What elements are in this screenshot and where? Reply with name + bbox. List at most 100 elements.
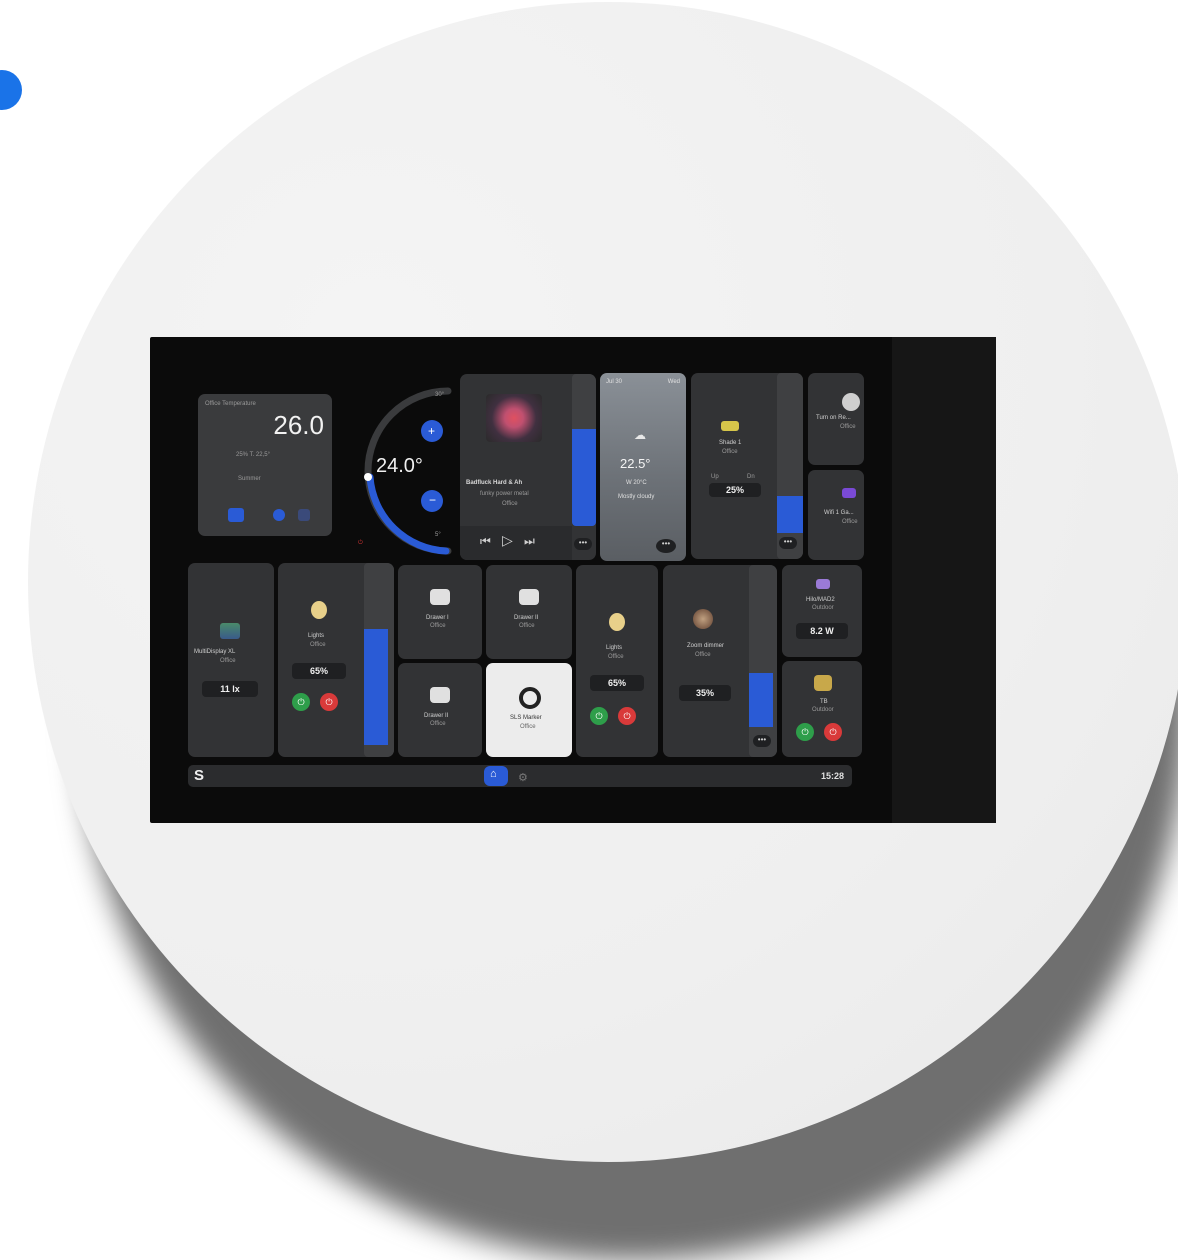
display-icon: [220, 623, 240, 639]
lamp-icon: [609, 613, 625, 631]
shade-more-button[interactable]: •••: [779, 537, 797, 549]
sls-room: Office: [520, 724, 536, 730]
power-value: 8.2 W: [796, 623, 848, 639]
power-on-icon: ⏻: [595, 711, 603, 721]
scene-icon: [842, 393, 860, 411]
shade-card[interactable]: Shade 1 Office Up Dn 25% •••: [691, 373, 803, 559]
power-off-icon: ⏻: [325, 697, 333, 707]
media-room: Office: [502, 501, 518, 507]
power-off-icon: ⏻: [829, 727, 837, 737]
device-bezel-right: [892, 337, 996, 823]
drawer-card-2[interactable]: Drawer II Office: [486, 565, 572, 659]
wifi-device-icon: [842, 488, 856, 498]
thermostat-decrease-button[interactable]: −: [429, 493, 436, 507]
shade-slider[interactable]: [777, 373, 803, 559]
shade-value: 25%: [709, 483, 761, 497]
clock: 15:28: [820, 771, 844, 781]
lights-on-button[interactable]: ⏻: [292, 693, 310, 711]
rewind-button[interactable]: ⏮: [480, 534, 491, 549]
thermostat-increase-button[interactable]: +: [428, 424, 435, 438]
multidisplay-name: MultiDisplay XL: [194, 649, 236, 655]
lights2-on-button[interactable]: ⏻: [590, 707, 608, 725]
mini-tile-sub-0: Office: [840, 424, 856, 430]
dimmer-name: Zoom dimmer: [687, 643, 725, 649]
weather-line1: W 20°C: [626, 480, 647, 486]
lights2-name: Lights: [606, 645, 623, 651]
weather-temperature: 22.5°: [620, 456, 651, 471]
drawer-card-3[interactable]: Drawer II Office: [398, 663, 482, 757]
dimmer-avatar-icon: [693, 609, 713, 629]
shade-up-label: Up: [711, 474, 719, 480]
settings-button[interactable]: ⚙: [518, 768, 534, 784]
tb-name: TB: [820, 699, 828, 705]
album-art-image: [486, 394, 542, 442]
lights-slider-fill: [364, 628, 388, 745]
lamp-icon: [311, 601, 327, 619]
lights2-off-button[interactable]: ⏻: [618, 707, 636, 725]
shade-slider-fill: [777, 495, 803, 533]
weather-more-button[interactable]: •••: [656, 539, 676, 553]
climate-settings-icon[interactable]: [298, 509, 310, 521]
mini-tile-turn-on[interactable]: Turn on Re... Office: [808, 373, 864, 465]
tb-room: Outdoor: [812, 707, 834, 713]
drawer-name-0: Drawer I: [426, 615, 449, 621]
drawer-room-1: Office: [519, 623, 535, 629]
blue-indicator-dot: [0, 70, 22, 110]
tb-on-button[interactable]: ⏻: [796, 723, 814, 741]
forward-button[interactable]: ⏭: [524, 534, 535, 549]
thermostat-setpoint: 24.0°: [376, 455, 423, 477]
touch-panel-device: Office Temperature 26.0 25% T. 22,5° Sum…: [150, 337, 996, 823]
drawer-icon: [430, 589, 450, 605]
dimmer-slider[interactable]: [749, 565, 777, 757]
thermostat-power-icon[interactable]: ⏻: [358, 540, 363, 547]
power-room: Outdoor: [812, 605, 834, 611]
weather-card[interactable]: Jul 30 Wed ☁ 22.5° W 20°C Mostly cloudy …: [600, 373, 686, 561]
climate-mode: Summer: [238, 476, 261, 482]
drawer-name-2: Drawer II: [424, 713, 449, 719]
media-artist: funky power metal: [480, 491, 529, 497]
dimmer-more-button[interactable]: •••: [753, 735, 771, 747]
multidisplay-card[interactable]: MultiDisplay XL Office 11 lx: [188, 563, 274, 757]
lights-card-2[interactable]: Lights Office 65% ⏻ ⏻: [576, 565, 658, 757]
drawer-icon: [519, 589, 539, 605]
lights-card[interactable]: Lights Office 65% ⏻ ⏻: [278, 563, 394, 757]
app-logo-icon[interactable]: S: [194, 767, 204, 784]
mini-tile-name-0: Turn on Re...: [816, 415, 851, 421]
climate-card[interactable]: Office Temperature 26.0 25% T. 22,5° Sum…: [198, 394, 332, 536]
weather-line2: Mostly cloudy: [618, 494, 655, 500]
tb-off-button[interactable]: ⏻: [824, 723, 842, 741]
lights-slider[interactable]: [364, 563, 394, 757]
climate-title: Office Temperature: [205, 401, 256, 407]
ring-icon: [519, 687, 541, 709]
meter-icon: [816, 579, 830, 589]
gear-icon: ⚙: [518, 772, 528, 784]
climate-mode-icon[interactable]: [228, 508, 244, 522]
home-button[interactable]: ⌂: [484, 766, 508, 786]
climate-temperature: 26.0: [273, 410, 324, 440]
mini-tile-wifi[interactable]: Wifi 1 Ga... Office: [808, 470, 864, 560]
bottom-toolbar: S ⌂ ⚙ 15:28: [188, 765, 852, 787]
dimmer-card[interactable]: Zoom dimmer Office 35% •••: [663, 565, 777, 757]
media-more-button[interactable]: •••: [574, 538, 592, 550]
media-controls-bar: [460, 526, 572, 560]
lights-name: Lights: [308, 633, 325, 639]
lights-off-button[interactable]: ⏻: [320, 693, 338, 711]
mini-tile-sub-1: Office: [842, 519, 858, 525]
volume-slider[interactable]: [572, 374, 596, 526]
lights2-value: 65%: [590, 675, 644, 691]
play-button[interactable]: ▷: [502, 532, 513, 549]
weather-day: Wed: [667, 379, 680, 385]
power-on-icon: ⏻: [297, 697, 305, 707]
sls-marker-card[interactable]: SLS Marker Office: [486, 663, 572, 757]
thermostat-min-label: 5°: [435, 532, 441, 538]
tb-card[interactable]: TB Outdoor ⏻ ⏻: [782, 661, 862, 757]
drawer-room-0: Office: [430, 623, 446, 629]
thermostat-max-label: 30°: [435, 392, 445, 398]
drawer-card-1[interactable]: Drawer I Office: [398, 565, 482, 659]
media-player-card[interactable]: Badfluck Hard & Ah funky power metal Off…: [460, 374, 596, 560]
climate-fan-icon[interactable]: [273, 509, 285, 521]
drawer-icon: [430, 687, 450, 703]
media-title: Badfluck Hard & Ah: [466, 480, 523, 486]
power-meter-card[interactable]: Hilo/MAD2 Outdoor 8.2 W: [782, 565, 862, 657]
shade-icon: [721, 421, 739, 431]
